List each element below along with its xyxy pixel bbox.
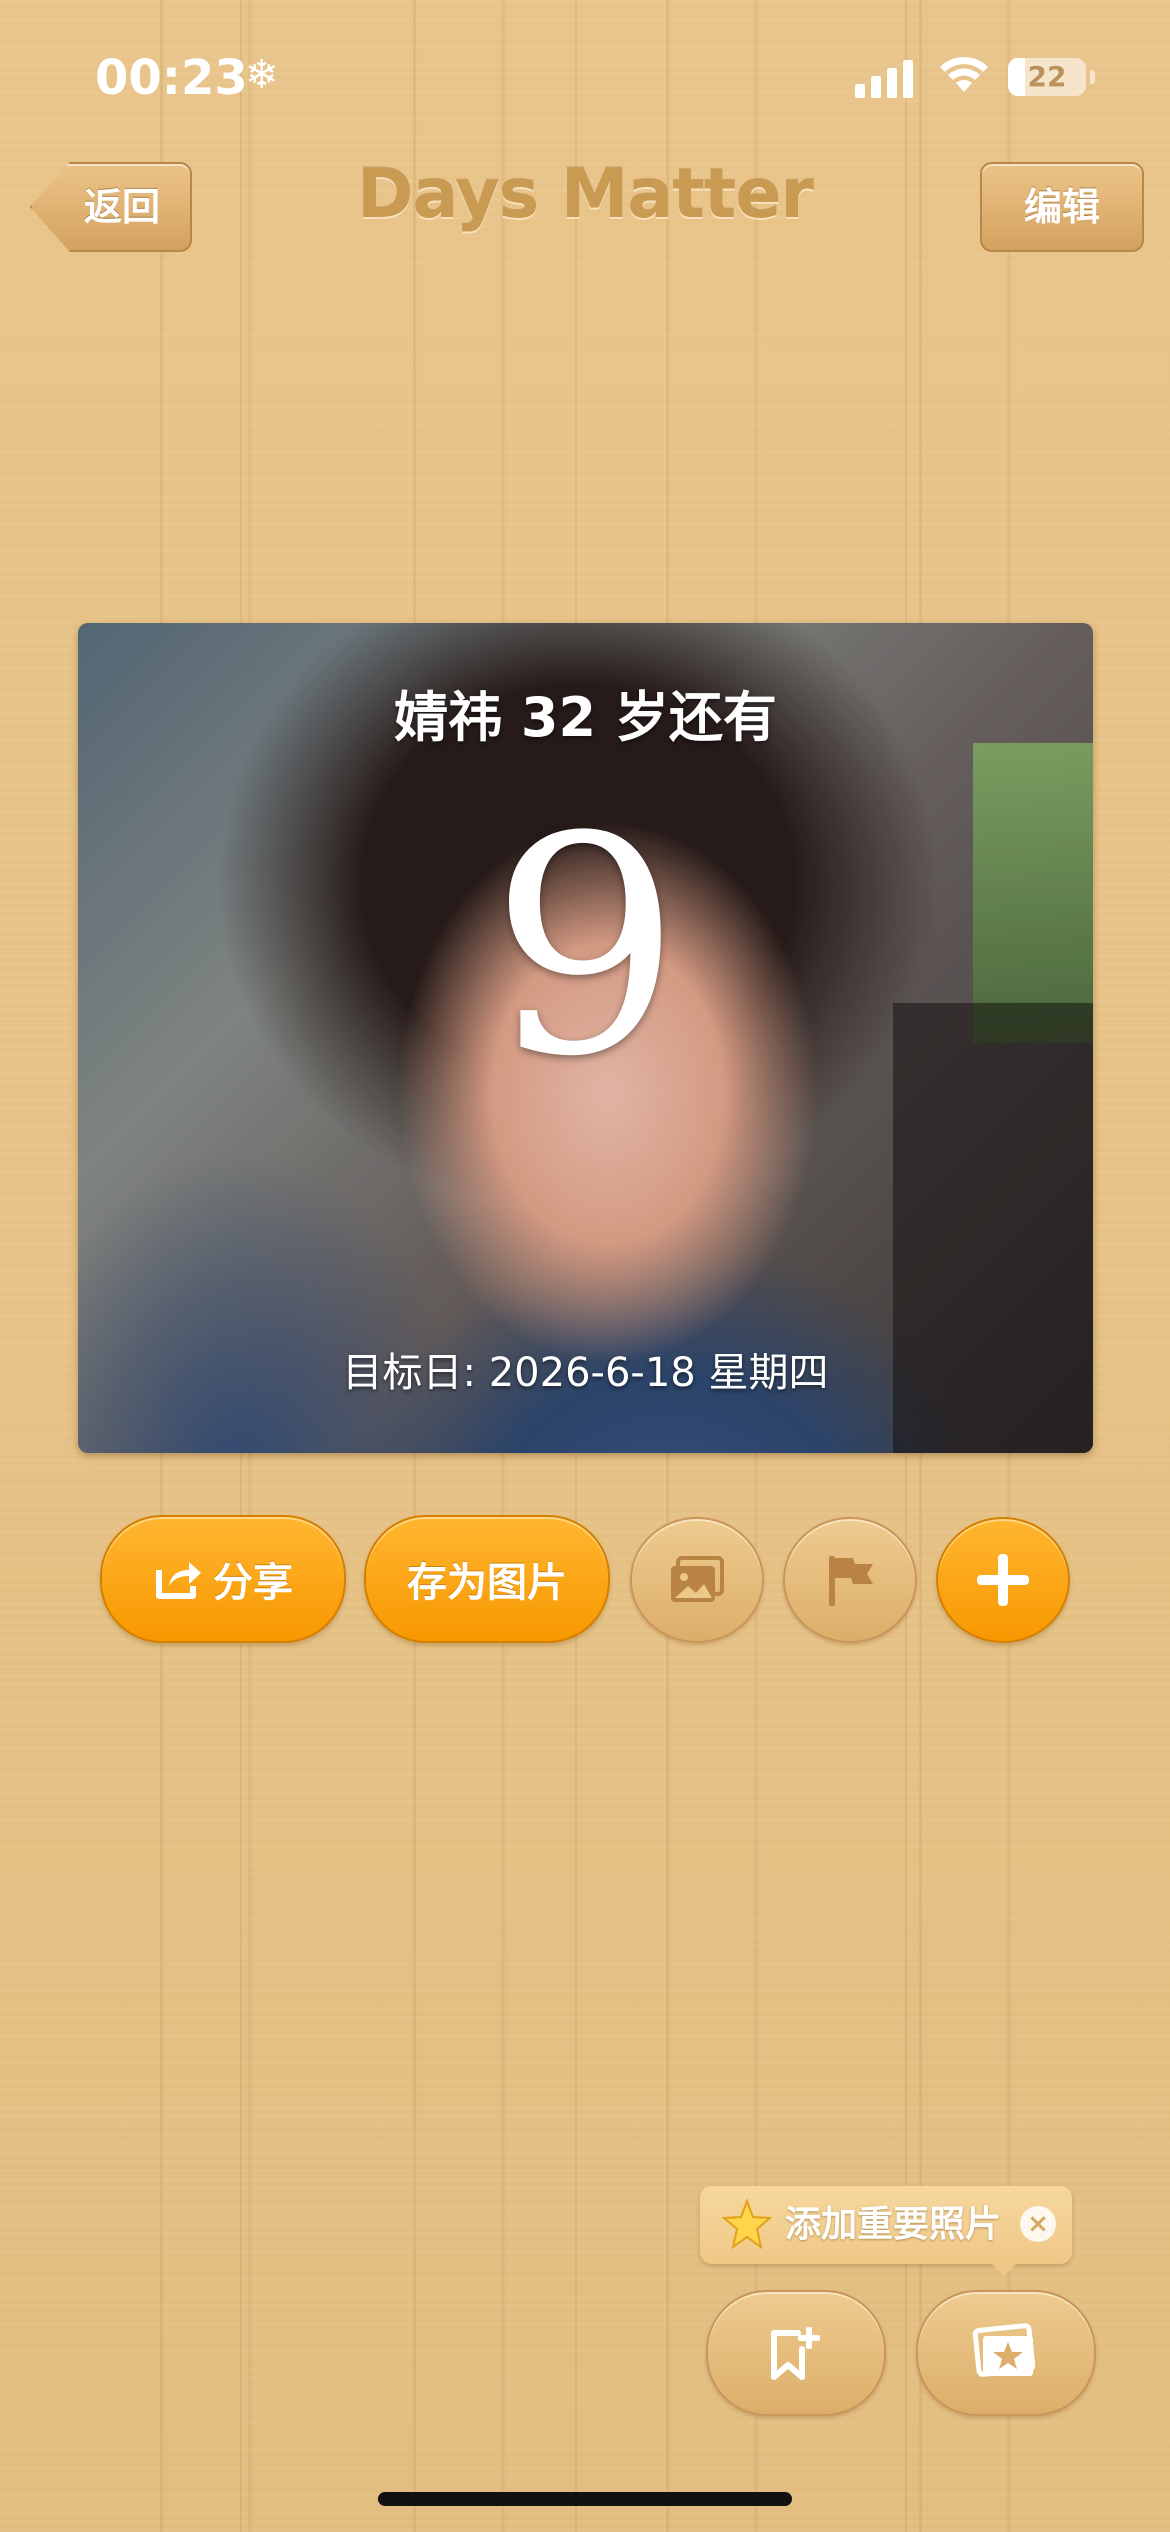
status-bar: 00:23 ❄ 22	[0, 40, 1170, 120]
photo-gallery-button[interactable]	[916, 2290, 1096, 2416]
event-title: 婧祎 32 岁还有	[394, 686, 777, 749]
edit-button-label: 编辑	[1023, 185, 1100, 229]
flag-button[interactable]	[783, 1517, 917, 1643]
star-icon	[722, 2198, 772, 2250]
battery-tip	[1090, 70, 1095, 84]
edit-button[interactable]: 编辑	[980, 162, 1144, 252]
photo-icon	[671, 1556, 724, 1602]
close-icon[interactable]: ×	[1020, 2206, 1056, 2242]
home-indicator	[378, 2492, 792, 2506]
save-image-button[interactable]: 存为图片	[364, 1515, 610, 1643]
snowflake-icon: ❄	[245, 52, 279, 98]
share-button[interactable]: 分享	[100, 1515, 346, 1643]
battery-icon: 22	[1008, 58, 1086, 96]
add-bookmark-button[interactable]	[706, 2290, 886, 2416]
share-label: 分享	[213, 1560, 293, 1606]
plus-icon	[977, 1554, 1029, 1606]
save-image-label: 存为图片	[407, 1560, 567, 1606]
target-date: 目标日: 2026-6-18 星期四	[342, 1350, 829, 1396]
share-icon	[156, 1562, 201, 1599]
flag-icon	[829, 1556, 873, 1606]
countdown-card[interactable]: 婧祎 32 岁还有 9 目标日: 2026-6-18 星期四	[78, 623, 1093, 1453]
battery-level: 22	[1027, 60, 1067, 93]
tooltip-arrow	[990, 2262, 1018, 2276]
add-photo-tooltip[interactable]: 添加重要照片 ×	[700, 2186, 1072, 2264]
gallery-icon	[972, 2323, 1036, 2377]
cellular-signal-icon	[855, 60, 915, 98]
wifi-icon	[940, 57, 988, 92]
tooltip-text: 添加重要照片	[785, 2204, 1002, 2245]
add-button[interactable]	[936, 1517, 1070, 1643]
bookmark-add-icon	[771, 2327, 820, 2380]
change-photo-button[interactable]	[630, 1517, 764, 1643]
status-time: 00:23	[95, 50, 248, 106]
days-remaining: 9	[490, 773, 681, 1122]
